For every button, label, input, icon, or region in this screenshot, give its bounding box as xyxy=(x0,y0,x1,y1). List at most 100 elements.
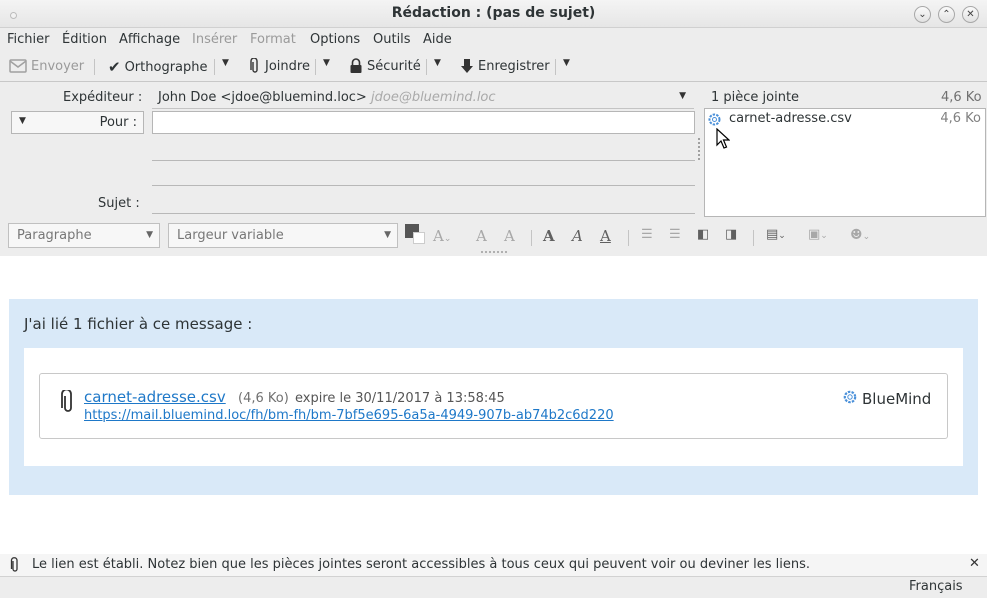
numbered-list-icon[interactable]: ☰ xyxy=(669,227,681,242)
format-toolbar: Paragraphe ▼ Largeur variable ▼ A⌄ A A A… xyxy=(0,220,987,256)
save-dropdown-icon[interactable]: ▼ xyxy=(563,58,570,68)
menu-inserer[interactable]: Insérer xyxy=(192,32,237,47)
attachment-item[interactable]: carnet-adresse.csv 4,6 Ko xyxy=(705,110,985,128)
attachment-name: carnet-adresse.csv xyxy=(729,111,852,126)
bold-icon[interactable]: A xyxy=(543,227,555,245)
paperclip-icon xyxy=(61,390,72,412)
file-expiry: expire le 30/11/2017 à 13:58:45 xyxy=(295,391,505,406)
download-arrow-icon xyxy=(461,59,473,73)
menu-affichage[interactable]: Affichage xyxy=(119,32,180,47)
spellcheck-language[interactable]: Français xyxy=(909,579,963,594)
paperclip-icon xyxy=(10,557,18,572)
spelling-button[interactable]: ✔ Orthographe xyxy=(108,58,208,76)
menu-aide[interactable]: Aide xyxy=(423,32,452,47)
outdent-icon[interactable]: ◧ xyxy=(697,227,709,242)
subject-input[interactable] xyxy=(152,192,695,214)
chevron-down-icon: ▼ xyxy=(146,230,153,240)
brand-name: BlueMind xyxy=(862,390,932,408)
security-button[interactable]: Sécurité xyxy=(349,58,421,74)
filehosting-intro: J'ai lié 1 fichier à ce message : xyxy=(24,315,253,333)
align-icon[interactable]: ▤⌄ xyxy=(766,227,786,242)
from-select[interactable]: John Doe <jdoe@bluemind.loc> jdoe@bluemi… xyxy=(152,87,694,109)
file-size: (4,6 Ko) xyxy=(238,391,289,406)
chevron-down-icon: ▼ xyxy=(19,116,26,126)
splitter-handle[interactable] xyxy=(481,251,507,253)
paperclip-icon xyxy=(250,58,258,73)
from-value: John Doe <jdoe@bluemind.loc> xyxy=(158,90,367,105)
font-family-value: Largeur variable xyxy=(177,228,284,243)
lock-icon xyxy=(350,58,362,73)
mouse-cursor-icon xyxy=(716,128,730,149)
toolbar-separator xyxy=(753,230,754,246)
menu-options[interactable]: Options xyxy=(310,32,360,47)
menu-format[interactable]: Format xyxy=(250,32,296,47)
minimize-button[interactable]: ⌄ xyxy=(914,6,931,23)
file-download-url[interactable]: https://mail.bluemind.loc/fh/bm-fh/bm-7b… xyxy=(84,408,614,423)
menu-outils[interactable]: Outils xyxy=(373,32,411,47)
indent-icon[interactable]: ◨ xyxy=(725,227,737,242)
font-size-icon[interactable]: A⌄ xyxy=(433,227,451,245)
paragraph-format-value: Paragraphe xyxy=(17,228,92,243)
toolbar: Envoyer ✔ Orthographe ▼ Joindre ▼ Sécuri… xyxy=(0,52,987,82)
file-name-link[interactable]: carnet-adresse.csv xyxy=(84,388,226,406)
spelling-label: Orthographe xyxy=(124,59,208,75)
toolbar-separator xyxy=(426,59,427,75)
toolbar-separator xyxy=(315,59,316,75)
bullet-list-icon[interactable]: ☰ xyxy=(641,227,653,242)
save-button[interactable]: Enregistrer xyxy=(460,58,550,74)
paragraph-format-select[interactable]: Paragraphe ▼ xyxy=(8,223,160,248)
close-button[interactable]: ✕ xyxy=(962,6,979,23)
pane-splitter[interactable] xyxy=(698,138,701,160)
bluemind-logo-icon xyxy=(843,390,857,404)
font-smaller-icon[interactable]: A xyxy=(476,227,487,245)
close-notification-icon[interactable]: ✕ xyxy=(969,556,980,571)
save-label: Enregistrer xyxy=(478,58,550,74)
status-bar: Français xyxy=(0,576,987,598)
toolbar-separator xyxy=(214,59,215,75)
recipient-row-separator xyxy=(152,160,695,161)
toolbar-separator xyxy=(628,230,629,246)
from-label: Expéditeur : xyxy=(63,90,143,105)
insert-image-icon[interactable]: ▣⌄ xyxy=(808,227,828,242)
notification-text: Le lien est établi. Notez bien que les p… xyxy=(32,557,811,572)
attachment-count: 1 pièce jointe xyxy=(711,90,800,105)
font-larger-icon[interactable]: A xyxy=(504,227,515,245)
send-icon xyxy=(9,59,27,73)
attach-button[interactable]: Joindre xyxy=(249,58,310,74)
notification-bar: Le lien est établi. Notez bien que les p… xyxy=(0,554,987,576)
smiley-icon[interactable]: ☻⌄ xyxy=(850,227,870,243)
toolbar-separator xyxy=(94,59,95,75)
security-dropdown-icon[interactable]: ▼ xyxy=(434,58,441,68)
menu-fichier[interactable]: Fichier xyxy=(7,32,50,47)
recipient-type-select[interactable]: ▼ Pour : xyxy=(11,111,144,134)
from-hint: jdoe@bluemind.loc xyxy=(371,90,496,105)
file-link-card: carnet-adresse.csv (4,6 Ko) expire le 30… xyxy=(39,373,948,439)
attachment-size: 4,6 Ko xyxy=(940,111,981,126)
maximize-button[interactable]: ⌃ xyxy=(938,6,955,23)
recipient-row-separator xyxy=(152,185,695,186)
background-color-icon[interactable] xyxy=(413,232,425,244)
attachment-total-size: 4,6 Ko xyxy=(941,90,982,105)
spelling-dropdown-icon[interactable]: ▼ xyxy=(222,58,229,68)
chevron-down-icon: ▼ xyxy=(384,230,391,240)
checkmark-icon: ✔ xyxy=(108,58,121,76)
font-family-select[interactable]: Largeur variable ▼ xyxy=(168,223,398,248)
italic-icon[interactable]: A xyxy=(572,227,583,245)
attachment-list: carnet-adresse.csv 4,6 Ko xyxy=(704,108,986,217)
menu-edition[interactable]: Édition xyxy=(62,32,107,47)
underline-icon[interactable]: A xyxy=(600,227,611,245)
cloud-file-icon xyxy=(708,113,721,126)
menu-bar: Fichier Édition Affichage Insérer Format… xyxy=(0,28,987,52)
subject-label: Sujet : xyxy=(98,196,140,211)
toolbar-separator xyxy=(531,230,532,246)
send-label: Envoyer xyxy=(31,58,85,74)
recipient-type-label: Pour : xyxy=(99,115,137,130)
to-input[interactable] xyxy=(152,111,695,134)
window-title: Rédaction : (pas de sujet) xyxy=(391,5,596,21)
send-button[interactable]: Envoyer xyxy=(9,58,84,74)
toolbar-separator xyxy=(555,59,556,75)
title-bar: Rédaction : (pas de sujet) ⌄ ⌃ ✕ xyxy=(0,0,987,28)
attach-dropdown-icon[interactable]: ▼ xyxy=(323,58,330,68)
security-label: Sécurité xyxy=(367,58,421,74)
attach-label: Joindre xyxy=(265,58,310,74)
